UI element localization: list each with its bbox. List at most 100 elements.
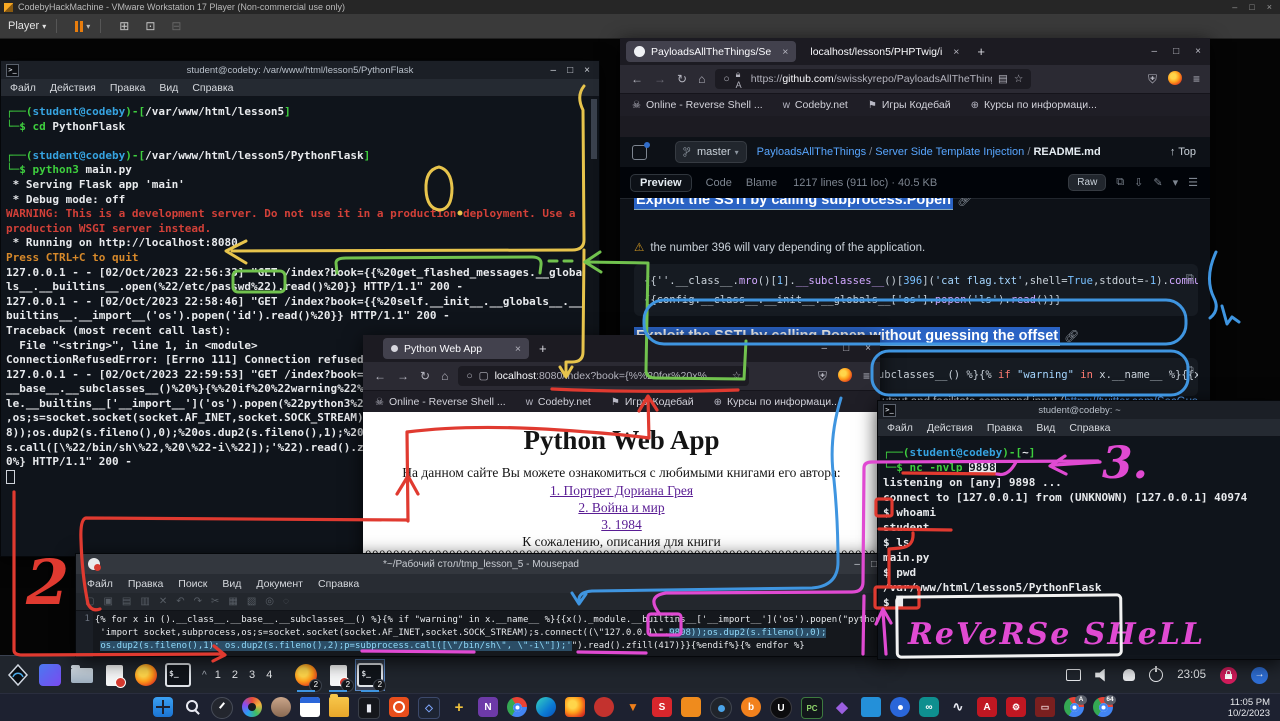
terminal-launcher[interactable]: $_ xyxy=(164,660,192,690)
download-icon[interactable]: ⇩ xyxy=(1134,176,1143,189)
whiteboard-app-icon[interactable]: ∿ xyxy=(948,697,968,717)
firefox-running-button[interactable]: 2 xyxy=(292,660,320,690)
terminal1-titlebar[interactable]: >_ student@codeby: /var/www/html/lesson5… xyxy=(1,61,599,79)
firefox-launcher[interactable] xyxy=(132,660,160,690)
toolbar-new-icon[interactable]: ▢ xyxy=(85,596,94,607)
chrome-profile-a-icon[interactable]: A xyxy=(1064,697,1084,717)
orange-app-icon[interactable] xyxy=(681,697,701,717)
menu-help[interactable]: Справка xyxy=(1069,422,1110,434)
send-ctrl-alt-del-icon[interactable]: ⊞ xyxy=(119,19,129,33)
book-link-1[interactable]: 1. Портрет Дориана Грея xyxy=(363,483,880,499)
maximize-button[interactable]: □ xyxy=(567,65,573,76)
menu-actions[interactable]: Действия xyxy=(50,82,96,94)
reader-mode-icon[interactable]: ▤ xyxy=(998,73,1008,85)
menu-view[interactable]: Вид xyxy=(1036,422,1055,434)
reload-button[interactable]: ↻ xyxy=(420,369,430,383)
close-button[interactable]: × xyxy=(865,343,871,354)
back-button[interactable]: ← xyxy=(631,72,643,86)
visual-studio-icon[interactable]: ◆ xyxy=(832,697,852,717)
toolbar-save-icon[interactable]: ▤ xyxy=(122,596,131,607)
edge-icon[interactable] xyxy=(536,697,556,717)
menu-document[interactable]: Документ xyxy=(256,578,303,590)
drive-app-icon[interactable]: ▮ xyxy=(358,697,380,719)
contact-app-icon[interactable] xyxy=(271,697,291,717)
pause-vm-button[interactable] xyxy=(75,21,83,32)
s-app-icon[interactable]: S xyxy=(652,697,672,717)
copy-raw-icon[interactable]: ⧉ xyxy=(1116,176,1124,189)
toolbar-paste-icon[interactable]: ▧ xyxy=(247,596,256,607)
tab-localhost-phptwig[interactable]: localhost/lesson5/PHPTwig/i× xyxy=(802,41,967,62)
kali-menu-button[interactable] xyxy=(4,660,32,690)
printer-app-icon[interactable]: ▭ xyxy=(1035,697,1055,717)
copy-code-icon[interactable]: ⧉ xyxy=(1186,272,1200,285)
forward-button[interactable]: → xyxy=(397,369,409,383)
home-button[interactable]: ⌂ xyxy=(441,369,448,383)
minimize-button[interactable]: – xyxy=(1152,46,1158,57)
anchor-link-icon[interactable]: 🔗︎ xyxy=(957,198,972,207)
pause-caret-icon[interactable]: ▾ xyxy=(86,22,90,31)
camtasia-icon[interactable]: ∞ xyxy=(919,697,939,717)
terminal2-output[interactable]: ┌──(student@codeby)-[~]└─$ nc -nvlp 9898… xyxy=(878,437,1280,610)
camera-app-icon[interactable] xyxy=(710,697,732,719)
reload-button[interactable]: ↻ xyxy=(677,72,687,86)
tab-close-icon[interactable]: × xyxy=(953,46,959,58)
updates-icon[interactable]: → xyxy=(1251,667,1268,684)
fullscreen-icon[interactable]: ⊡ xyxy=(145,19,155,33)
maximize-button[interactable]: □ xyxy=(843,343,849,354)
volume-icon[interactable] xyxy=(1095,669,1109,682)
ubuntu-app-icon[interactable] xyxy=(389,697,409,717)
new-tab-button[interactable]: + xyxy=(977,44,985,59)
vmware-minimize-button[interactable]: – xyxy=(1232,2,1237,12)
firefox-icon[interactable] xyxy=(565,697,585,717)
edit-pencil-icon[interactable]: ✎ xyxy=(1153,176,1162,189)
raw-button[interactable]: Raw xyxy=(1068,174,1106,191)
url-bar[interactable]: ○ ▢ localhost:8080/index?book={%%20for%2… xyxy=(458,366,749,386)
toolbar-redo-icon[interactable]: ↷ xyxy=(194,596,202,607)
menu-search[interactable]: Поиск xyxy=(178,578,207,590)
player-menu-button[interactable]: Player ▾ xyxy=(8,20,46,32)
toolbar-cut-icon[interactable]: ✂ xyxy=(211,596,219,607)
bookmark-star-icon[interactable]: ☆ xyxy=(1014,73,1023,85)
code-block-subprocess[interactable]: {{''.__class__.mro()[1].__subclasses__()… xyxy=(634,264,1198,316)
autocad-alt-icon[interactable]: ⚙ xyxy=(1006,697,1026,717)
forward-button[interactable]: → xyxy=(654,72,666,86)
gauge-app-icon[interactable] xyxy=(211,697,233,719)
tab-python-web-app[interactable]: Python Web App× xyxy=(383,338,529,359)
carrot-app-icon[interactable]: ▼ xyxy=(623,697,643,717)
chrome-icon[interactable] xyxy=(507,697,527,717)
app-menu-icon[interactable]: ≡ xyxy=(1193,72,1200,86)
menu-help[interactable]: Справка xyxy=(318,578,359,590)
blender-icon[interactable]: b xyxy=(741,697,761,717)
tab-close-icon[interactable]: × xyxy=(782,46,788,58)
window-list-icon[interactable] xyxy=(1066,669,1081,681)
map-pin-app-icon[interactable] xyxy=(890,697,910,717)
site-info-icon[interactable]: ○ xyxy=(723,73,729,85)
book-link-3[interactable]: 3. 1984 xyxy=(363,517,880,533)
breadcrumb-repo[interactable]: PayloadsAllTheThings xyxy=(757,146,866,158)
mousepad-launcher[interactable] xyxy=(100,660,128,690)
toolbar-replace-icon[interactable]: ◌ xyxy=(283,596,289,607)
red-app-icon[interactable] xyxy=(594,697,614,717)
menu-actions[interactable]: Действия xyxy=(927,422,973,434)
edit-caret-icon[interactable]: ▾ xyxy=(1173,176,1179,189)
chrome-profile-64-icon[interactable]: 64 xyxy=(1093,697,1113,717)
menu-file[interactable]: Файл xyxy=(10,82,36,94)
bookmark-star-icon[interactable]: ☆ xyxy=(732,370,741,382)
toolbar-close-icon[interactable]: ✕ xyxy=(159,596,167,607)
maximize-button[interactable]: □ xyxy=(1173,46,1179,57)
dashboard-button[interactable] xyxy=(36,660,64,690)
windows-clock[interactable]: 11:05 PM 10/2/2023 xyxy=(1228,697,1270,719)
outline-icon[interactable]: ☰ xyxy=(1188,176,1198,189)
bookmark-codeby-net[interactable]: wCodeby.net xyxy=(783,99,848,111)
move-tool-icon[interactable]: + xyxy=(449,697,469,717)
color-wheel-app-icon[interactable] xyxy=(242,697,262,717)
new-tab-button[interactable]: + xyxy=(539,341,547,356)
close-button[interactable]: × xyxy=(1195,46,1201,57)
anchor-link-icon[interactable]: 🔗︎ xyxy=(1064,329,1079,343)
power-manager-icon[interactable] xyxy=(1149,668,1163,682)
toolbar-undo-icon[interactable]: ↶ xyxy=(176,596,184,607)
tab-blame[interactable]: Blame xyxy=(746,177,777,189)
toolbar-open-icon[interactable]: ▣ xyxy=(103,596,112,607)
menu-edit[interactable]: Правка xyxy=(128,578,163,590)
terminal-running-button[interactable]: $_ 2 xyxy=(356,660,384,690)
